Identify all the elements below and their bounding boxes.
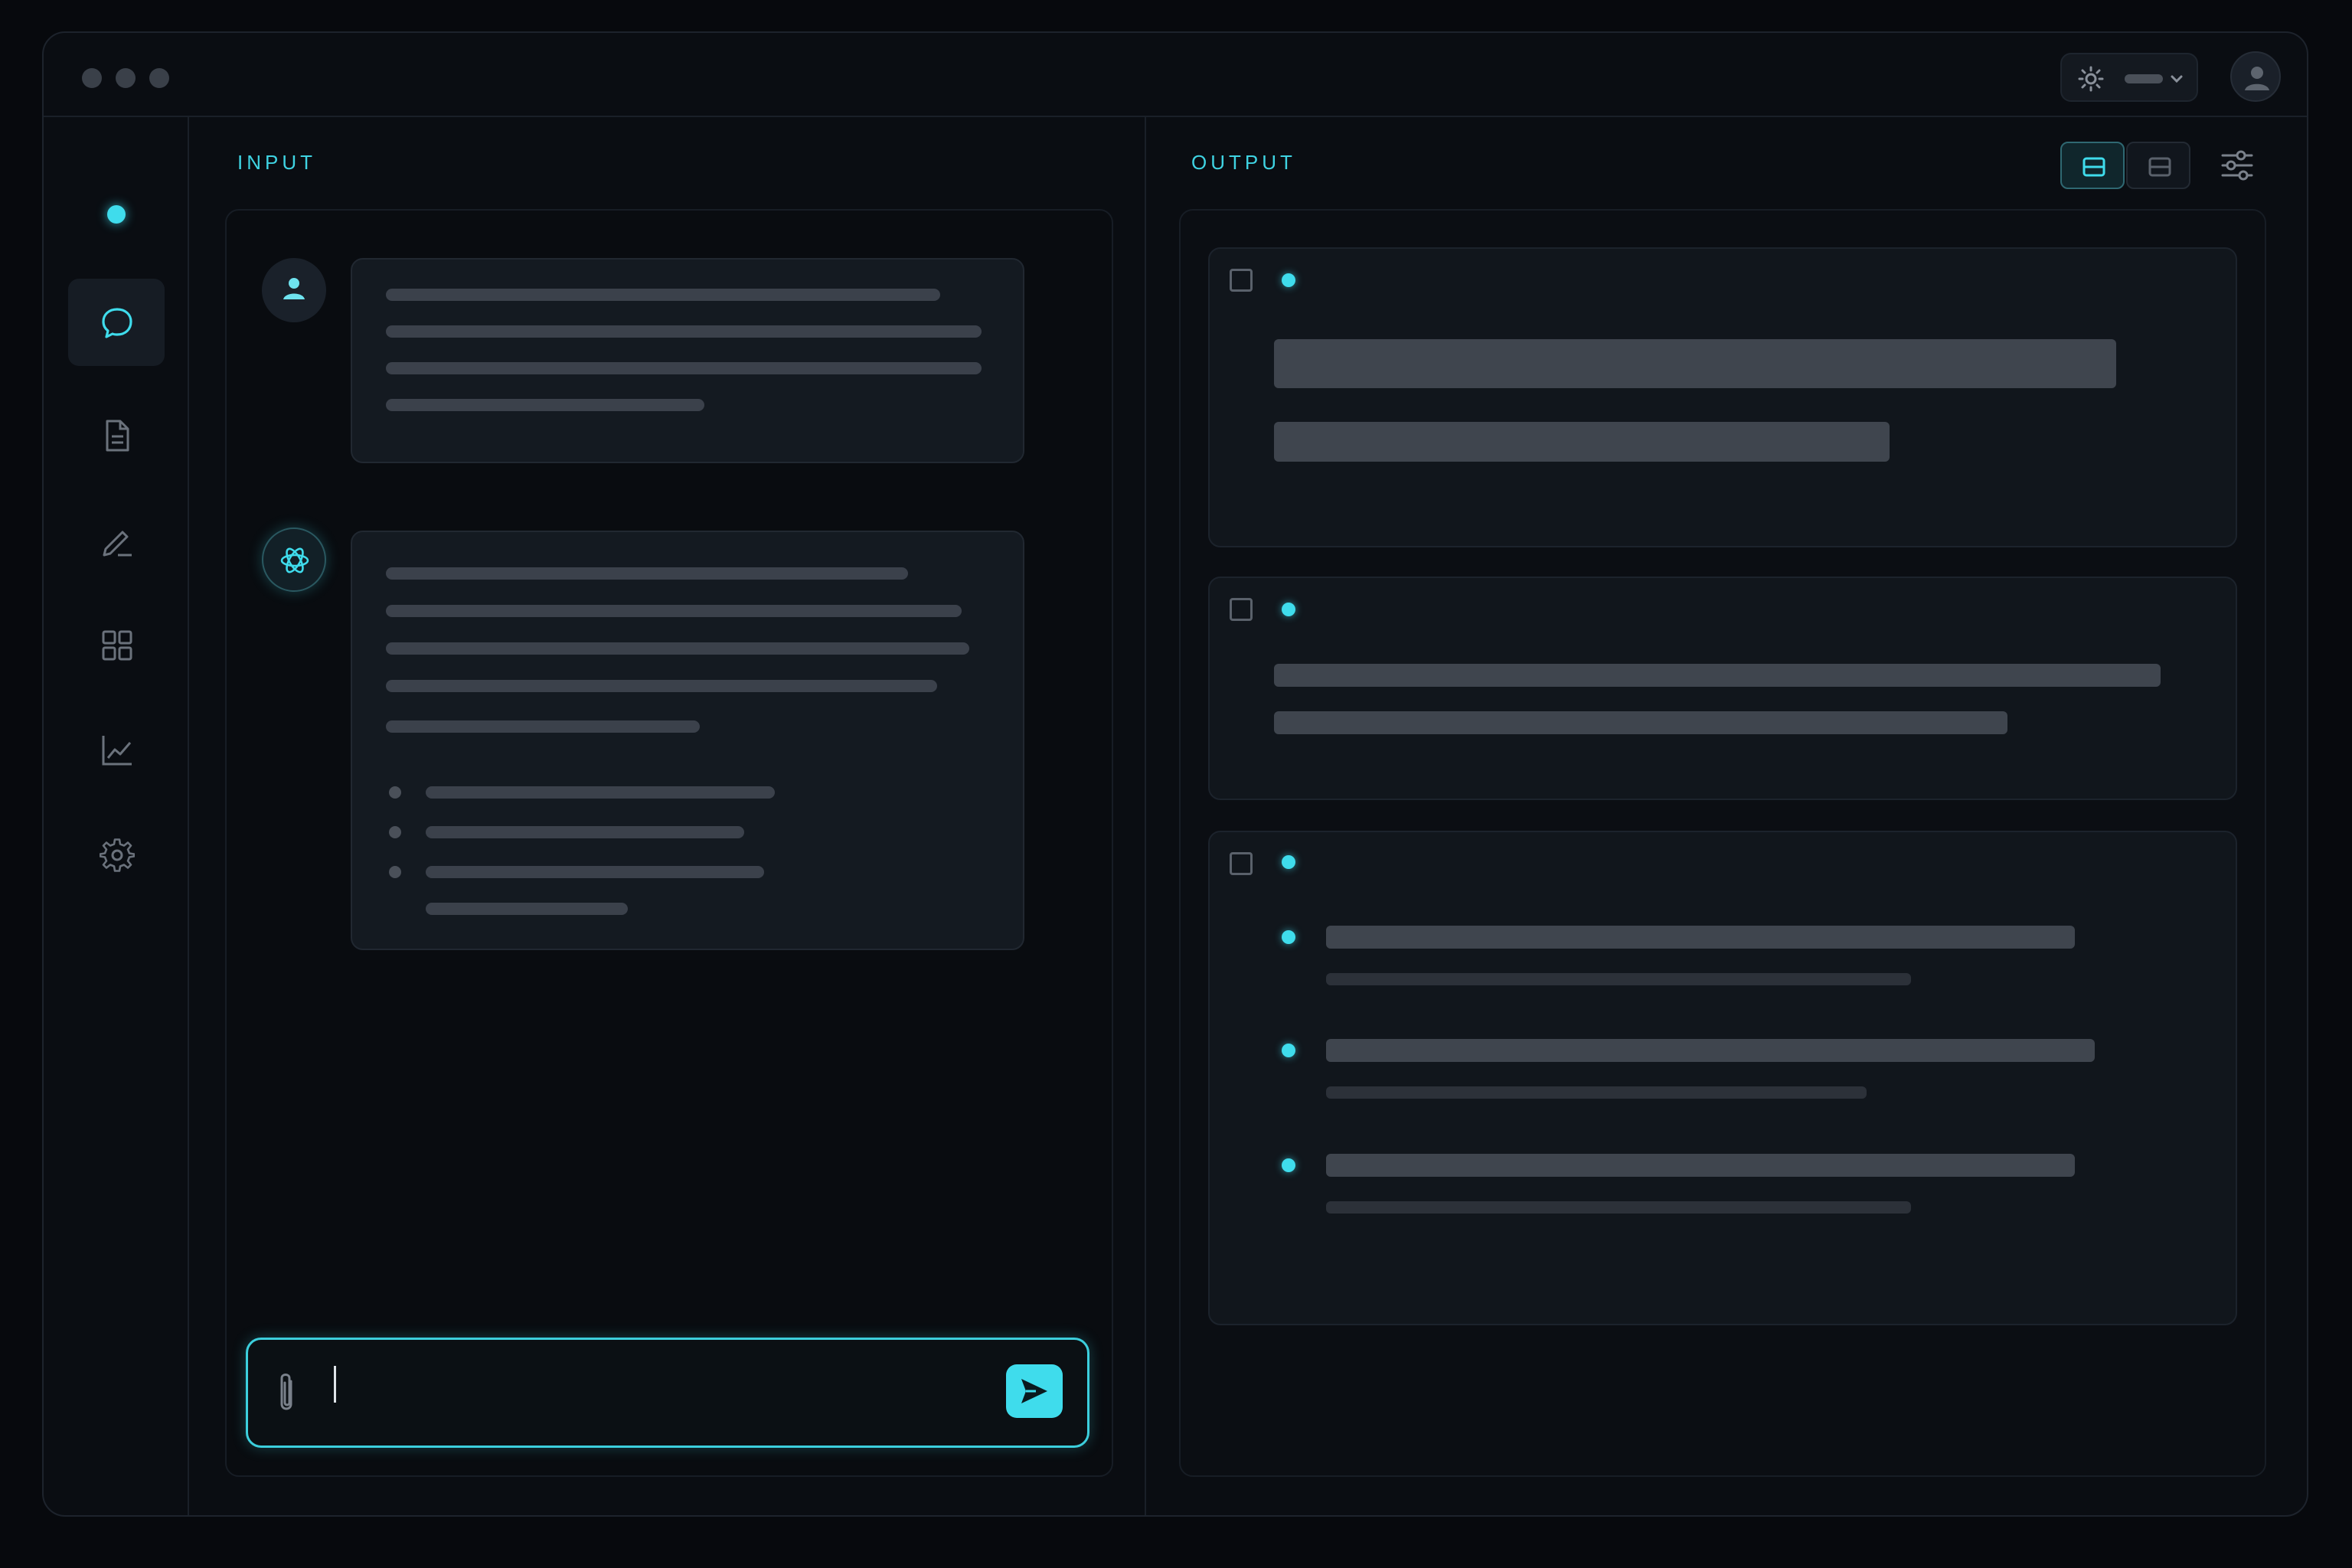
sidebar-item-settings[interactable] [68, 811, 165, 898]
message-composer[interactable] [246, 1338, 1089, 1448]
list-item-title [1326, 1154, 2075, 1177]
assistant-message-bubble [351, 531, 1024, 950]
list-item-title [1326, 1039, 2095, 1062]
input-pane [225, 209, 1113, 1477]
card-status-dot [1282, 855, 1295, 869]
output-card [1208, 577, 2237, 800]
document-icon [106, 420, 129, 452]
user-icon [2245, 67, 2269, 90]
ai-logo-icon [280, 547, 309, 573]
list-item-detail [1326, 973, 1911, 985]
sun-icon [2078, 66, 2104, 92]
send-button[interactable] [1006, 1364, 1063, 1418]
sliders-icon[interactable] [2220, 148, 2255, 183]
theme-label-placeholder [2125, 74, 2163, 83]
status-dot [107, 205, 126, 224]
list-bullet [1282, 1044, 1295, 1057]
card-status-dot [1282, 603, 1295, 616]
sidebar-item-chat[interactable] [68, 279, 165, 366]
split-view-button[interactable] [2060, 142, 2125, 189]
list-item [426, 826, 744, 838]
sidebar-item-edit[interactable] [68, 496, 165, 583]
split-view-icon [2082, 157, 2105, 177]
user-avatar-button[interactable] [2230, 51, 2281, 102]
output-pane-label: OUTPUT [1191, 151, 1296, 174]
text-placeholder [386, 325, 982, 338]
text-placeholder [386, 605, 962, 617]
text-placeholder [1274, 664, 2161, 687]
chat-bubble-icon [102, 308, 132, 338]
list-bullet [389, 826, 401, 838]
stacked-view-icon [2148, 157, 2171, 177]
assistant-message-avatar [262, 528, 326, 592]
sidebar-item-apps[interactable] [68, 601, 165, 688]
heading-placeholder [1274, 339, 2116, 388]
pencil-icon [103, 531, 132, 557]
list-item-detail [1326, 1086, 1867, 1099]
text-placeholder [386, 720, 700, 733]
window-maximize-button[interactable] [149, 68, 169, 88]
list-bullet [389, 786, 401, 799]
sidebar-item-documents[interactable] [68, 391, 165, 479]
output-card [1208, 247, 2237, 547]
sidebar [44, 117, 189, 1515]
pane-divider[interactable] [1145, 117, 1146, 1515]
text-caret[interactable] [334, 1366, 336, 1403]
list-item-title [1326, 926, 2075, 949]
user-message-bubble [351, 258, 1024, 463]
text-placeholder [386, 642, 969, 655]
stacked-view-button[interactable] [2126, 142, 2190, 189]
list-item [426, 786, 775, 799]
user-message-avatar [262, 258, 326, 322]
card-checkbox[interactable] [1230, 852, 1253, 875]
gear-icon [100, 838, 135, 872]
text-placeholder [386, 289, 940, 301]
card-checkbox[interactable] [1230, 269, 1253, 292]
list-item [426, 903, 628, 915]
title-bar [44, 33, 2307, 117]
window-minimize-button[interactable] [116, 68, 136, 88]
app-window: INPUT OUTPUT [42, 31, 2308, 1517]
card-status-dot [1282, 273, 1295, 287]
chart-icon [102, 736, 132, 766]
chevron-down-icon [2171, 75, 2183, 83]
list-bullet [389, 866, 401, 878]
output-pane [1179, 209, 2266, 1477]
text-placeholder [386, 399, 704, 411]
theme-toggle[interactable] [2060, 53, 2198, 102]
user-icon [283, 278, 305, 299]
sidebar-item-analytics[interactable] [68, 706, 165, 793]
grid-icon [102, 630, 132, 661]
list-bullet [1282, 1158, 1295, 1172]
card-checkbox[interactable] [1230, 598, 1253, 621]
output-card [1208, 831, 2237, 1325]
text-placeholder [386, 680, 937, 692]
list-item-detail [1326, 1201, 1911, 1214]
input-pane-label: INPUT [237, 151, 316, 174]
paperclip-icon[interactable] [273, 1370, 300, 1416]
text-placeholder [1274, 711, 2007, 734]
window-close-button[interactable] [82, 68, 102, 88]
subheading-placeholder [1274, 422, 1890, 462]
text-placeholder [386, 362, 982, 374]
text-placeholder [386, 567, 908, 580]
send-icon [1021, 1379, 1047, 1403]
list-bullet [1282, 930, 1295, 944]
list-item [426, 866, 764, 878]
